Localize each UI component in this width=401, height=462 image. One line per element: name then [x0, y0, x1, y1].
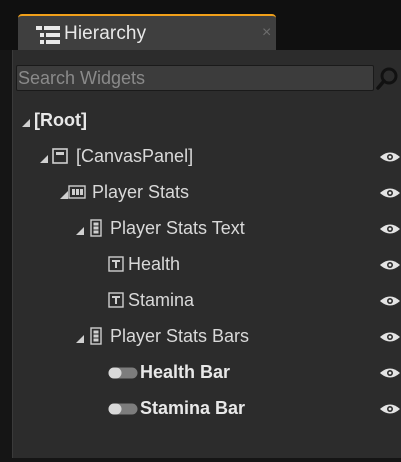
tree-item-label: Health Bar [140, 362, 231, 382]
tree-row[interactable]: Player Stats [12, 174, 401, 210]
tree-row[interactable]: [Root] [12, 102, 401, 138]
tree-row[interactable]: Player Stats Text [12, 210, 401, 246]
hierarchy-window: Hierarchy × Search Widgets [Root] [Canvas… [0, 0, 401, 462]
tree-item-label: Player Stats Text [110, 218, 245, 238]
expand-arrow-icon[interactable] [75, 331, 85, 343]
tree-item-label: Stamina [128, 290, 195, 310]
hierarchy-icon [36, 26, 60, 44]
tree-row[interactable]: Stamina [12, 282, 401, 318]
expand-arrow-icon[interactable] [39, 151, 49, 163]
search-placeholder: Search Widgets [18, 68, 146, 88]
tree-row[interactable]: Stamina Bar [12, 390, 401, 426]
close-icon[interactable]: × [262, 25, 271, 41]
visibility-eye-icon[interactable] [379, 258, 401, 270]
tab-hierarchy[interactable]: Hierarchy × [18, 14, 276, 50]
expand-arrow-icon[interactable] [75, 223, 85, 235]
tree-row[interactable]: [CanvasPanel] [12, 138, 401, 174]
visibility-eye-icon[interactable] [379, 294, 401, 306]
visibility-eye-icon[interactable] [379, 186, 401, 198]
vertical-box-icon [90, 219, 102, 242]
tree-item-label: Player Stats Bars [110, 326, 250, 346]
visibility-eye-icon[interactable] [379, 330, 401, 342]
tree-item-label: [Root] [34, 110, 87, 130]
progress-bar-icon [108, 366, 138, 384]
tree-item-label: [CanvasPanel] [76, 146, 194, 166]
progress-bar-icon [108, 402, 138, 420]
visibility-eye-icon[interactable] [379, 222, 401, 234]
visibility-eye-icon[interactable] [379, 366, 401, 378]
expand-arrow-icon[interactable] [21, 115, 31, 127]
vertical-box-icon [90, 327, 102, 350]
tab-title: Hierarchy [64, 23, 147, 44]
text-block-icon [108, 256, 124, 277]
tree-item-label: Health [128, 254, 181, 274]
tree-row[interactable]: Health Bar [12, 354, 401, 390]
tree-item-label: Stamina Bar [140, 398, 246, 418]
visibility-eye-icon[interactable] [379, 150, 401, 162]
canvas-panel-icon [52, 148, 68, 169]
tree-row[interactable]: Health [12, 246, 401, 282]
tree-row[interactable]: Player Stats Bars [12, 318, 401, 354]
tab-strip: Hierarchy × [0, 0, 401, 50]
visibility-eye-icon[interactable] [379, 402, 401, 414]
horizontal-box-icon [68, 185, 86, 204]
search-icon[interactable] [374, 63, 401, 93]
text-block-icon [108, 292, 124, 313]
tree-item-label: Player Stats [92, 182, 190, 202]
